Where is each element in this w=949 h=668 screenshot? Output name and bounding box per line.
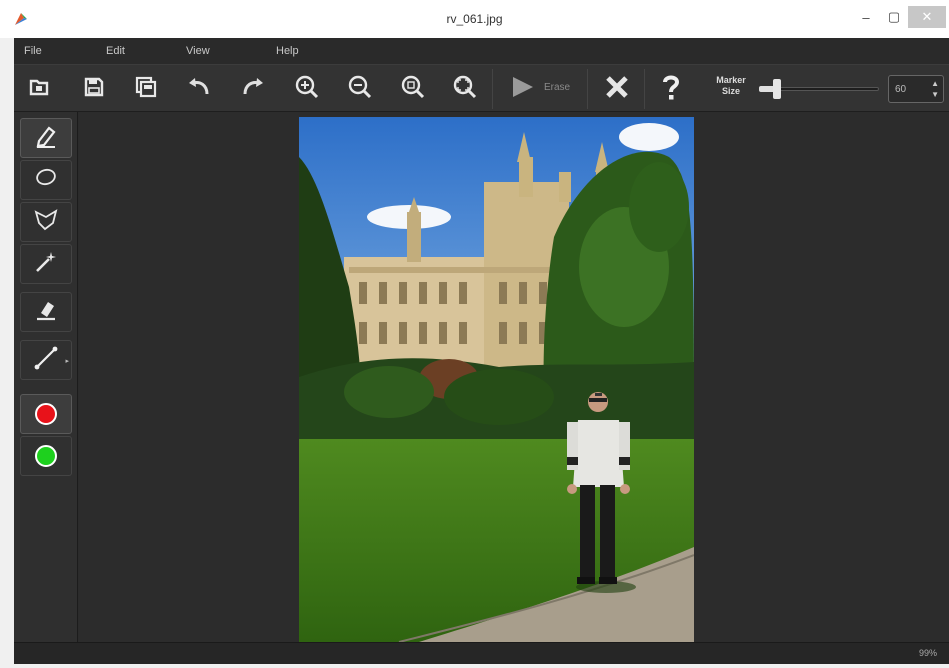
undo-icon: [186, 75, 212, 104]
close-icon: ✕: [921, 9, 933, 24]
redo-button[interactable]: [236, 73, 270, 105]
lasso-tool[interactable]: [20, 160, 72, 200]
pen-icon: [33, 123, 59, 154]
app-window: rv_061.jpg – ▢ ✕ File Edit View Help Era…: [0, 0, 949, 668]
line-icon: [33, 345, 59, 376]
menu-view[interactable]: View: [186, 45, 210, 57]
toolbar-separator: [492, 69, 493, 109]
save-as-button[interactable]: [129, 73, 163, 105]
clear-icon: [604, 74, 630, 105]
close-button[interactable]: ✕: [908, 6, 946, 28]
green-marker-color[interactable]: [20, 436, 72, 476]
toolbar-separator: [587, 69, 588, 109]
magic-wand-tool[interactable]: [20, 244, 72, 284]
zoom-actual-icon: [400, 74, 426, 105]
maximize-icon: ▢: [887, 9, 901, 24]
menu-edit[interactable]: Edit: [106, 45, 125, 57]
line-tool[interactable]: ▸: [20, 340, 72, 380]
save-button[interactable]: [77, 73, 111, 105]
spin-up-icon[interactable]: ▲: [931, 79, 939, 88]
window-title: rv_061.jpg: [446, 12, 503, 26]
zoom-fit-icon: [452, 74, 478, 105]
minimize-button[interactable]: –: [852, 6, 880, 28]
clear-button[interactable]: [600, 73, 634, 105]
magic-wand-icon: [33, 249, 59, 280]
marker-size-spinbox[interactable]: 60 ▲ ▼: [888, 75, 944, 103]
eraser-tool[interactable]: [20, 292, 72, 332]
redo-icon: [240, 75, 266, 104]
polygon-lasso-icon: [33, 207, 59, 238]
app-area: File Edit View Help Erase Marker Size 60…: [14, 38, 949, 664]
photo-image: [299, 117, 694, 642]
toolbar-separator: [644, 69, 645, 109]
polygon-lasso-tool[interactable]: [20, 202, 72, 242]
open-button[interactable]: [22, 73, 56, 105]
zoom-out-icon: [347, 74, 373, 105]
zoom-in-button[interactable]: [290, 73, 324, 105]
menu-file[interactable]: File: [24, 45, 42, 57]
dropdown-arrow-icon[interactable]: ▸: [65, 357, 69, 365]
green-color-swatch: [35, 445, 57, 467]
marker-size-value: 60: [895, 84, 907, 95]
tool-panel: ▸: [14, 112, 78, 642]
save-icon: [82, 75, 106, 104]
zoom-out-button[interactable]: [343, 73, 377, 105]
red-color-swatch: [35, 403, 57, 425]
title-bar: rv_061.jpg – ▢ ✕: [0, 0, 949, 38]
status-bar: 99%: [14, 642, 949, 664]
loaded-photo[interactable]: [299, 117, 694, 642]
open-icon: [27, 75, 51, 104]
zoom-actual-button[interactable]: [396, 73, 430, 105]
undo-button[interactable]: [182, 73, 216, 105]
image-canvas[interactable]: [79, 112, 949, 642]
maximize-button[interactable]: ▢: [880, 6, 908, 28]
menu-bar: File Edit View Help: [14, 38, 949, 64]
eraser-icon: [33, 297, 59, 328]
lasso-icon: [33, 165, 59, 196]
erase-label: Erase: [544, 82, 571, 93]
erase-run-button[interactable]: [506, 73, 540, 105]
help-icon: [659, 73, 683, 106]
marker-tool[interactable]: [20, 118, 72, 158]
zoom-fit-button[interactable]: [448, 73, 482, 105]
save-as-icon: [134, 75, 158, 104]
spin-down-icon[interactable]: ▼: [931, 90, 939, 99]
help-button[interactable]: [654, 73, 688, 105]
toolbar: Erase Marker Size 60 ▲ ▼: [14, 64, 949, 112]
menu-help[interactable]: Help: [276, 45, 299, 57]
zoom-readout: 99%: [918, 648, 937, 658]
play-icon: [509, 74, 537, 105]
red-marker-color[interactable]: [20, 394, 72, 434]
marker-size-label: Marker Size: [716, 75, 746, 96]
marker-size-slider-handle[interactable]: [773, 79, 781, 99]
minimize-icon: –: [862, 9, 870, 25]
zoom-in-icon: [294, 74, 320, 105]
